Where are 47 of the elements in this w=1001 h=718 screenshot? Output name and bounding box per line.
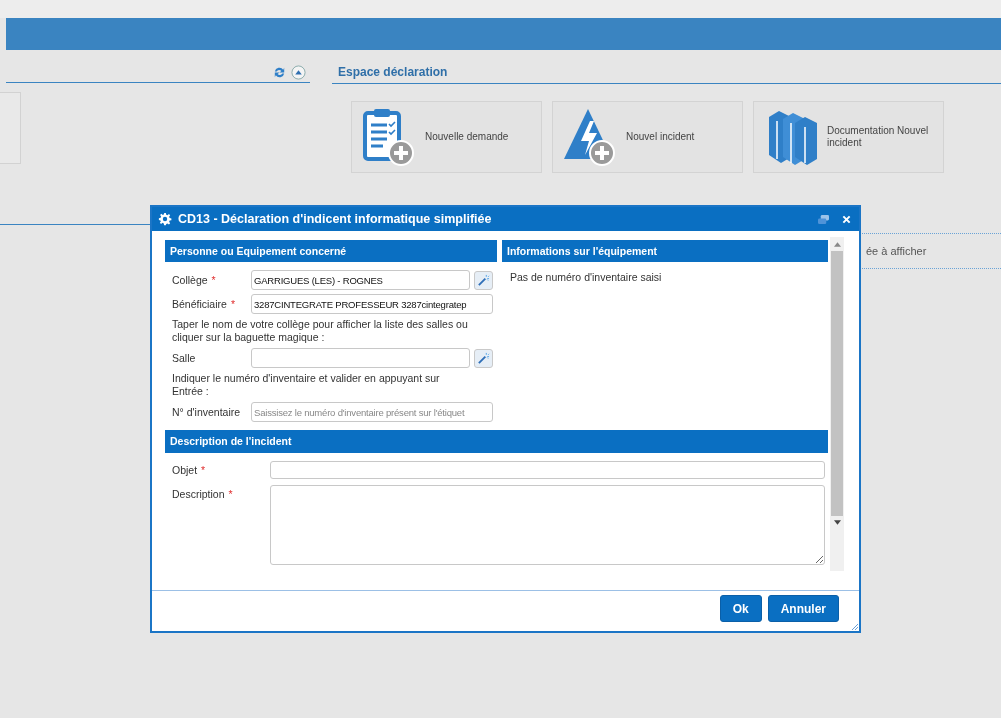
resize-grip-icon[interactable] [849, 621, 859, 631]
restore-icon[interactable] [817, 213, 830, 225]
required-mark: * [230, 298, 235, 310]
hint-text: Taper le nom de votre collège pour afficher la liste des salles ou cliquer sur la baguette magique : [172, 318, 469, 344]
warning-add-icon [562, 107, 618, 167]
input-field[interactable] [251, 348, 470, 368]
input-field[interactable] [270, 461, 825, 479]
field-label: Collège [172, 274, 208, 286]
magic-wand-button[interactable] [474, 348, 493, 368]
required-mark: * [201, 464, 206, 476]
action-tile[interactable]: Documentation Nouvel incident [753, 101, 944, 173]
text-area[interactable] [270, 485, 825, 565]
tile-label: Documentation Nouvel incident [827, 125, 930, 149]
section-header: Personne ou Equipement concerné [165, 240, 497, 262]
section-title: Espace déclaration [338, 65, 448, 79]
magic-wand-button[interactable] [474, 270, 493, 290]
info-message: Pas de numéro d'inventaire saisi [509, 270, 663, 283]
close-icon[interactable] [842, 214, 851, 224]
scroll-down-icon[interactable] [833, 520, 841, 525]
refresh-icon[interactable] [272, 65, 287, 80]
field-label: Bénéficiaire [172, 298, 227, 310]
scroll-up-icon[interactable] [833, 242, 841, 247]
field-label: Salle [172, 352, 196, 364]
field-label: N° d'inventaire [172, 406, 241, 418]
hint-text: Indiquer le numéro d'inventaire et valider en appuyant sur Entrée : [172, 372, 441, 398]
settings-icon [158, 212, 172, 226]
action-tile[interactable]: Nouvelle demande [351, 101, 542, 173]
dialog-button[interactable]: Annuler [767, 595, 839, 622]
required-mark: * [211, 274, 216, 286]
section-header: Description de l'incident [165, 430, 828, 453]
empty-message: ée à afficher [866, 245, 927, 257]
dialog-button[interactable]: Ok [719, 595, 762, 622]
field-label: Objet [172, 464, 198, 476]
dialog-title: CD13 - Déclaration d'indicent informatique simplifiée [178, 212, 493, 226]
input-field[interactable]: 3287CINTEGRATE PROFESSEUR 3287cintegratep [251, 294, 493, 314]
field-label: Description [172, 488, 225, 500]
section-header: Informations sur l'équipement [502, 240, 828, 262]
required-mark: * [228, 488, 233, 500]
collapse-icon[interactable] [291, 65, 306, 80]
action-tile[interactable]: Nouvel incident [552, 101, 743, 173]
tile-label: Nouvelle demande [425, 131, 509, 143]
input-field[interactable]: GARRIGUES (LES) - ROGNES [251, 270, 470, 290]
scroll-thumb[interactable] [831, 251, 843, 516]
input-field[interactable]: Saissisez le numéro d'inventaire présent sur l'étiquet [251, 402, 493, 422]
tile-label: Nouvel incident [626, 131, 695, 143]
scrollbar[interactable] [830, 237, 844, 571]
clipboard-add-icon [361, 107, 417, 167]
